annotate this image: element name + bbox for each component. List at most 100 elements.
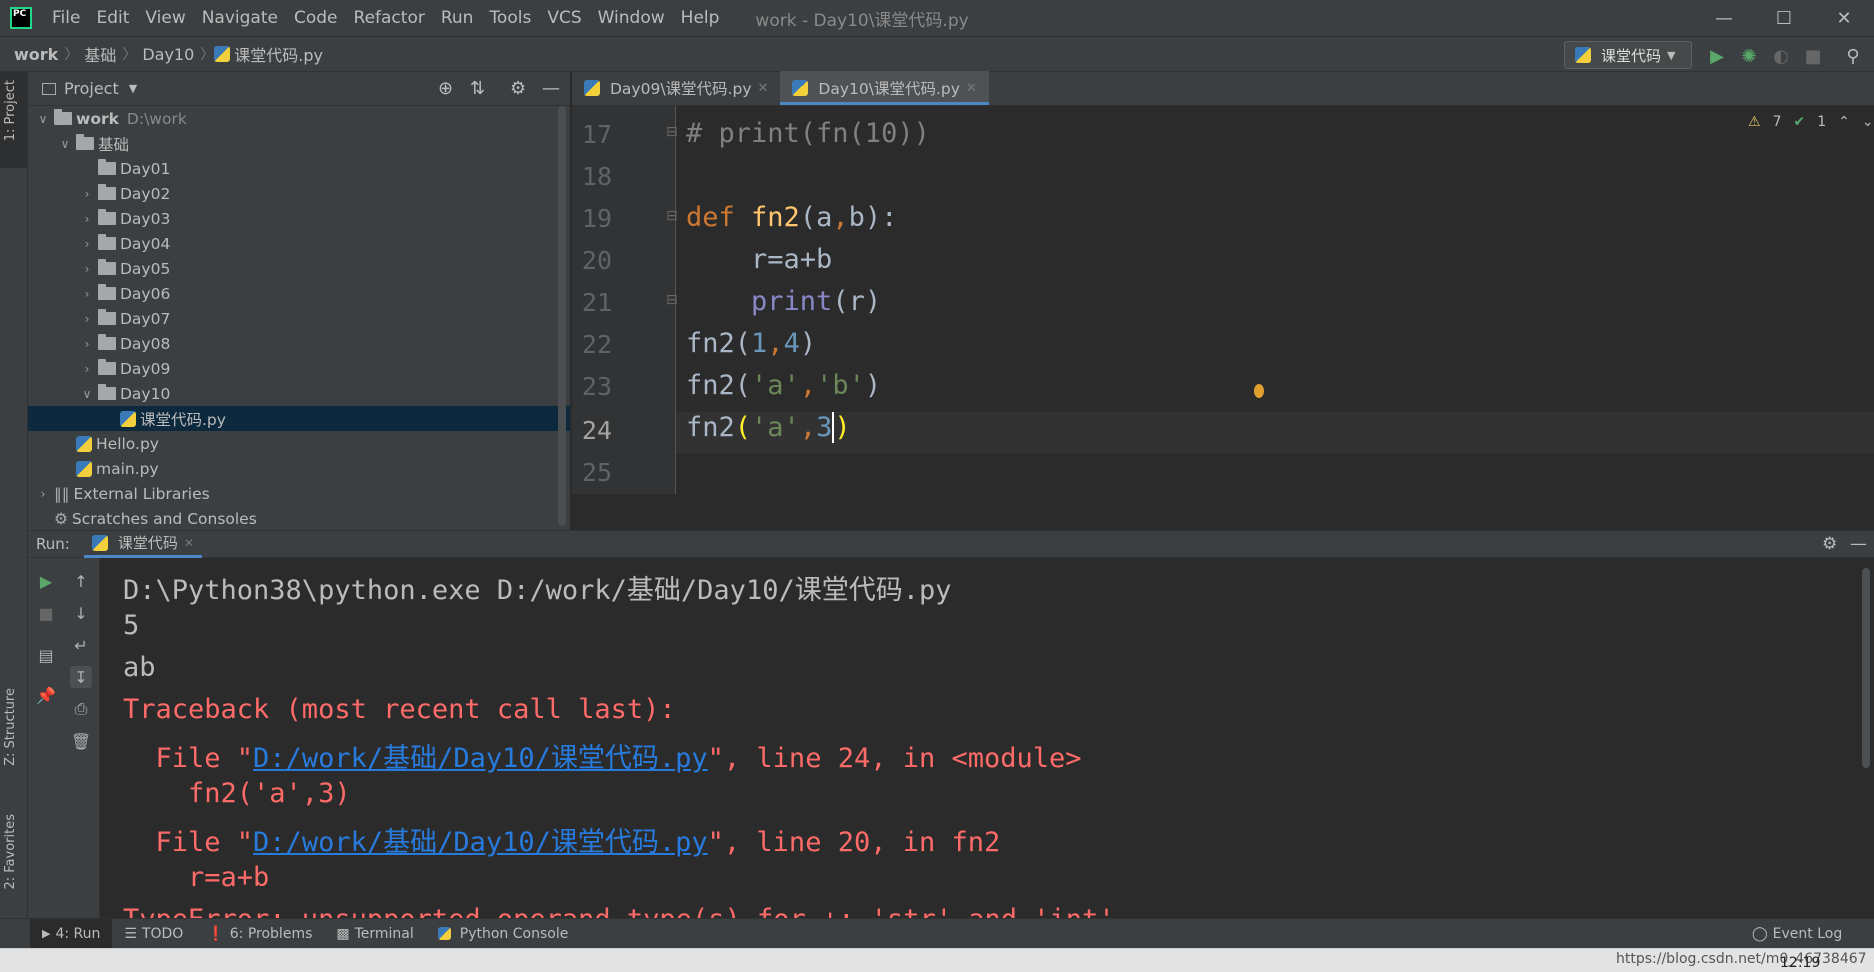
tree-item[interactable]: ∨ work D:\work [28,106,570,131]
stop-icon[interactable]: ■ [35,602,57,624]
traceback-file-link[interactable]: D:/work/基础/Day10/课堂代码.py [253,743,708,774]
terminal-tool-button[interactable]: ▩ Terminal [324,919,425,949]
close-tab-icon[interactable]: ✕ [966,81,977,96]
run-label: Run: [36,535,70,553]
menu-edit[interactable]: Edit [88,8,137,28]
menu-run[interactable]: Run [433,8,482,28]
chevron-right-icon[interactable]: › [80,187,94,201]
tree-item[interactable]: ∨ Day10 [28,381,570,406]
maximize-icon[interactable]: ☐ [1756,0,1812,36]
code-editor[interactable]: 17 18 19 20 21 22 23 24 25 ⊟ ⊟ ⊟ # print… [572,106,1874,494]
menu-file[interactable]: File [44,8,88,28]
close-tab-icon[interactable]: ✕ [184,536,194,550]
tree-item[interactable]: › Day05 [28,256,570,281]
print-icon[interactable]: ⎙ [70,698,92,720]
menu-code[interactable]: Code [286,8,346,28]
gear-icon[interactable]: ⚙ [1822,534,1837,554]
breadcrumb-work[interactable]: work [8,45,64,64]
scroll-to-end-icon[interactable]: ↧ [70,666,92,688]
project-title[interactable]: Project [64,79,119,98]
menu-tools[interactable]: Tools [481,8,539,28]
chevron-down-icon[interactable]: ∨ [80,387,94,401]
chevron-right-icon[interactable]: › [80,287,94,301]
gear-icon[interactable]: ⚙ [510,78,526,99]
breadcrumb-day10[interactable]: Day10 [136,45,200,64]
dropdown-arrow-icon[interactable]: ▼ [129,82,137,95]
layout-icon[interactable]: ▤ [35,644,57,666]
menu-window[interactable]: Window [590,8,673,28]
fold-icon[interactable]: ⊟ [666,124,678,140]
inspection-widget[interactable]: ⚠ 7 ✔ 1 ⌃ ⌄ [1748,114,1874,130]
menu-navigate[interactable]: Navigate [194,8,286,28]
python-console-tool-button[interactable]: Python Console [426,919,581,949]
project-tool-button[interactable]: 1: Project [0,72,27,168]
run-icon[interactable]: ▶ [1706,45,1728,67]
hide-icon[interactable]: — [542,78,560,99]
hide-icon[interactable]: — [1850,534,1867,554]
chevron-right-icon[interactable]: › [36,487,50,501]
chevron-down-icon[interactable]: ⌄ [1862,114,1874,130]
chevron-down-icon[interactable]: ∨ [36,112,50,126]
close-tab-icon[interactable]: ✕ [758,81,769,96]
tree-item[interactable]: Day01 [28,156,570,181]
chevron-right-icon[interactable]: › [80,362,94,376]
close-icon[interactable]: ✕ [1816,0,1872,36]
trash-icon[interactable]: 🗑 [70,730,92,752]
minimize-icon[interactable]: — [1696,0,1752,36]
tree-item[interactable]: › Day08 [28,331,570,356]
tree-item[interactable]: ⚙ Scratches and Consoles [28,506,570,531]
locate-icon[interactable]: ⊕ [438,78,453,99]
tree-item[interactable]: › Day04 [28,231,570,256]
chevron-right-icon[interactable]: › [80,337,94,351]
fold-icon[interactable]: ⊟ [666,292,678,308]
lightbulb-icon[interactable] [1254,384,1264,398]
favorites-tool-label[interactable]: 2: Favorites [3,814,18,890]
tree-item[interactable]: › Day02 [28,181,570,206]
menu-vcs[interactable]: VCS [539,8,589,28]
chevron-right-icon[interactable]: › [80,212,94,226]
chevron-right-icon[interactable]: › [80,262,94,276]
chevron-right-icon[interactable]: › [80,237,94,251]
run-configuration-select[interactable]: 课堂代码 ▼ [1564,41,1692,69]
menu-help[interactable]: Help [673,8,728,28]
arrow-down-icon[interactable]: ↓ [70,602,92,624]
breadcrumb-jichu[interactable]: 基础 [78,42,122,66]
todo-tool-button[interactable]: ☰ TODO [112,919,195,949]
problems-tool-button[interactable]: ❗ 6: Problems [195,919,324,949]
menu-refactor[interactable]: Refactor [346,8,433,28]
traceback-file-link[interactable]: D:/work/基础/Day10/课堂代码.py [253,827,708,858]
soft-wrap-icon[interactable]: ↵ [70,634,92,656]
run-tab[interactable]: 课堂代码 ✕ [83,530,202,558]
tree-item[interactable]: main.py [28,456,570,481]
collapse-all-icon[interactable]: ⇅ [470,78,485,99]
rerun-icon[interactable]: ▶ [35,570,57,592]
console-scrollbar[interactable] [1862,568,1870,768]
stop-icon[interactable]: ■ [1802,45,1824,67]
arrow-up-icon[interactable]: ↑ [70,570,92,592]
tree-item[interactable]: Hello.py [28,431,570,456]
event-log-button[interactable]: ◯ Event Log [1740,919,1854,949]
breadcrumb-file[interactable]: 课堂代码.py [234,42,329,66]
run-tool-button[interactable]: ▶ 4: Run [30,918,113,949]
run-console[interactable]: D:\Python38\python.exe D:/work/基础/Day10/… [100,558,1874,918]
tree-item[interactable]: › Day03 [28,206,570,231]
search-icon[interactable]: ⚲ [1842,45,1864,67]
coverage-icon[interactable]: ◐ [1770,45,1792,67]
tree-item[interactable]: 课堂代码.py [28,406,570,431]
tree-item[interactable]: › Day06 [28,281,570,306]
tab-day09-file[interactable]: Day09\课堂代码.py ✕ [572,71,780,105]
tab-day10-file[interactable]: Day10\课堂代码.py ✕ [780,71,990,105]
menu-view[interactable]: View [137,8,193,28]
pin-icon[interactable]: 📌 [35,684,57,706]
fold-icon[interactable]: ⊟ [666,208,678,224]
debug-icon[interactable]: ✺ [1738,45,1760,67]
tree-scrollbar[interactable] [558,106,566,526]
chevron-right-icon[interactable]: › [80,312,94,326]
tree-item[interactable]: › Day09 [28,356,570,381]
chevron-up-icon[interactable]: ⌃ [1838,114,1850,130]
tree-item[interactable]: › Day07 [28,306,570,331]
structure-tool-label[interactable]: Z: Structure [3,688,18,766]
chevron-down-icon[interactable]: ∨ [58,137,72,151]
tree-item[interactable]: ∨ 基础 [28,131,570,156]
tree-item[interactable]: › ‖‖ External Libraries [28,481,570,506]
